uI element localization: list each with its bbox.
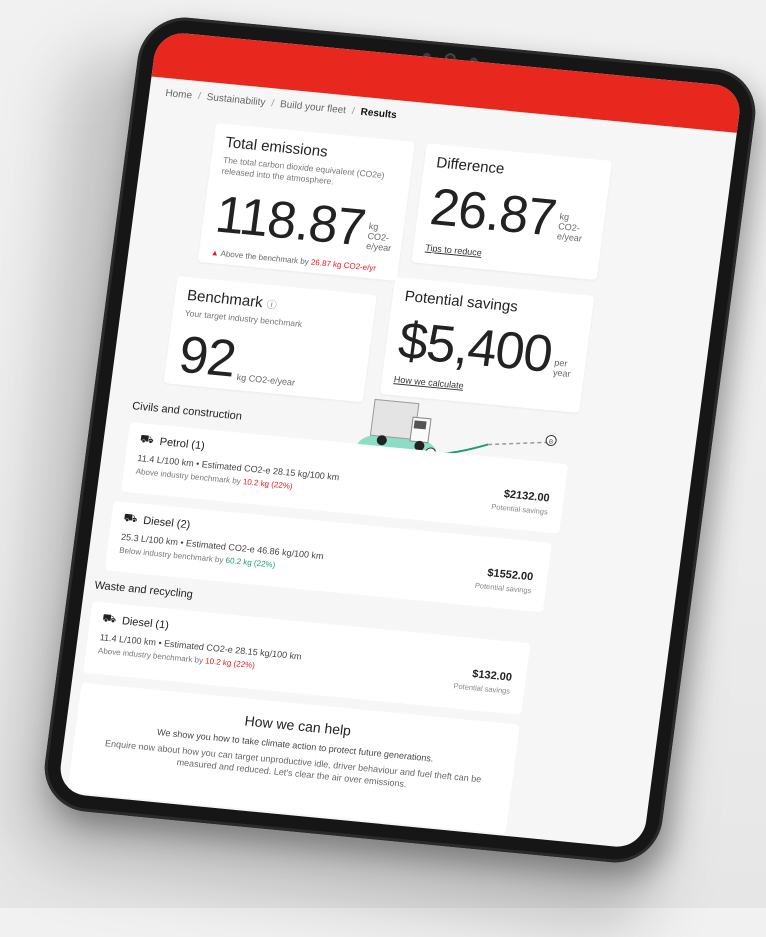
vehicle-savings-amount: $1552.00 <box>486 567 534 584</box>
benchmark-title-text: Benchmark <box>186 287 264 312</box>
section-label-civils: Civils and construction <box>131 400 243 423</box>
vehicle-icon: ⛟ <box>122 511 139 526</box>
breadcrumb-sustainability[interactable]: Sustainability <box>206 92 266 109</box>
route-dashed-line <box>488 441 549 446</box>
vehicle-title-text: Petrol (1) <box>158 436 206 453</box>
benchmark-unit: kg CO2-e/year <box>236 372 296 388</box>
vehicle-benchmark-value: 60.2 kg (22%) <box>225 555 276 570</box>
vehicle-icon: ⛟ <box>139 433 155 447</box>
pin-b-icon: B <box>545 435 557 446</box>
vehicle-savings: $2132.00 Potential savings <box>491 487 551 516</box>
warning-value: 26.87 kg CO2-e/yr <box>310 257 377 273</box>
vehicle-savings-label: Potential savings <box>453 681 511 696</box>
breadcrumb-build-fleet[interactable]: Build your fleet <box>279 99 346 116</box>
difference-value: 26.87 <box>426 178 560 248</box>
vehicle-savings-amount: $132.00 <box>471 668 513 684</box>
breadcrumb-home[interactable]: Home <box>165 88 193 101</box>
total-emissions-card: Total emissions The total carbon dioxide… <box>197 122 416 281</box>
vehicle-title-text: Diesel (2) <box>142 514 191 532</box>
vehicle-benchmark-value: 10.2 kg (22%) <box>242 477 294 491</box>
vehicle-savings-amount: $2132.00 <box>503 488 551 505</box>
screen: Home / Sustainability / Build your fleet… <box>57 30 743 850</box>
vehicle-icon: ⛟ <box>101 612 117 626</box>
section-label-waste: Waste and recycling <box>93 579 194 601</box>
breadcrumb-separator: / <box>197 91 202 103</box>
vehicle-benchmark-value: 10.2 kg (22%) <box>204 656 256 671</box>
difference-unit: kg CO2-e/year <box>556 211 583 244</box>
pin-b-label: B <box>548 439 553 445</box>
benchmark-card: Benchmark ⓘ Your target industry benchma… <box>163 275 377 403</box>
info-icon[interactable]: ⓘ <box>266 300 277 312</box>
vehicle-savings: $132.00 Potential savings <box>453 666 513 696</box>
breadcrumb-results: Results <box>359 106 398 122</box>
potential-savings-value: $5,400 <box>395 311 556 384</box>
triangle-up-icon: ▲ <box>210 248 220 258</box>
vehicle-savings: $1552.00 Potential savings <box>474 566 534 595</box>
vehicle-savings-label: Potential savings <box>474 580 532 596</box>
total-emissions-unit: kg CO2-e/year <box>365 221 392 254</box>
benchmark-value: 92 <box>175 325 239 389</box>
breadcrumb-separator: / <box>351 105 356 118</box>
vehicle-savings-label: Potential savings <box>490 502 549 517</box>
total-emissions-value: 118.87 <box>212 185 369 258</box>
potential-savings-unit: per year <box>552 357 572 380</box>
difference-card: Difference 26.87 kg CO2-e/year Tips to r… <box>411 143 613 281</box>
breadcrumb-separator: / <box>270 98 275 110</box>
vehicle-title-text: Diesel (1) <box>121 615 170 632</box>
tablet-device: Home / Sustainability / Build your fleet… <box>39 13 761 867</box>
